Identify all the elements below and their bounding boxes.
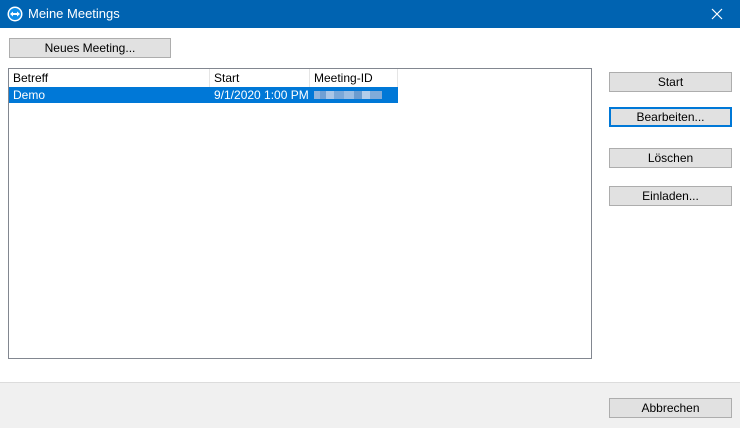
window-title: Meine Meetings xyxy=(28,6,120,21)
teamviewer-icon xyxy=(7,6,23,22)
list-header: Betreff Start Meeting-ID xyxy=(9,69,591,87)
column-header-subject[interactable]: Betreff xyxy=(9,69,210,87)
cell-subject: Demo xyxy=(13,88,46,102)
table-row[interactable]: Demo 9/1/2020 1:00 PM xyxy=(9,87,398,103)
content-area: Neues Meeting... Betreff Start Meeting-I… xyxy=(0,28,740,382)
column-header-start[interactable]: Start xyxy=(210,69,310,87)
meetings-list[interactable]: Betreff Start Meeting-ID Demo 9/1/2020 1… xyxy=(8,68,592,359)
close-icon xyxy=(711,8,723,20)
start-button[interactable]: Start xyxy=(609,72,732,92)
cell-meeting-id xyxy=(310,87,398,103)
delete-button[interactable]: Löschen xyxy=(609,148,732,168)
new-meeting-button[interactable]: Neues Meeting... xyxy=(9,38,171,58)
close-button[interactable] xyxy=(694,0,740,28)
footer-divider xyxy=(0,382,740,383)
invite-button[interactable]: Einladen... xyxy=(609,186,732,206)
cell-start: 9/1/2020 1:00 PM xyxy=(214,88,309,102)
cancel-button[interactable]: Abbrechen xyxy=(609,398,732,418)
column-header-meeting-id[interactable]: Meeting-ID xyxy=(310,69,398,87)
title-bar: Meine Meetings xyxy=(0,0,740,28)
edit-button[interactable]: Bearbeiten... xyxy=(609,107,732,127)
redacted-meeting-id xyxy=(314,91,382,99)
